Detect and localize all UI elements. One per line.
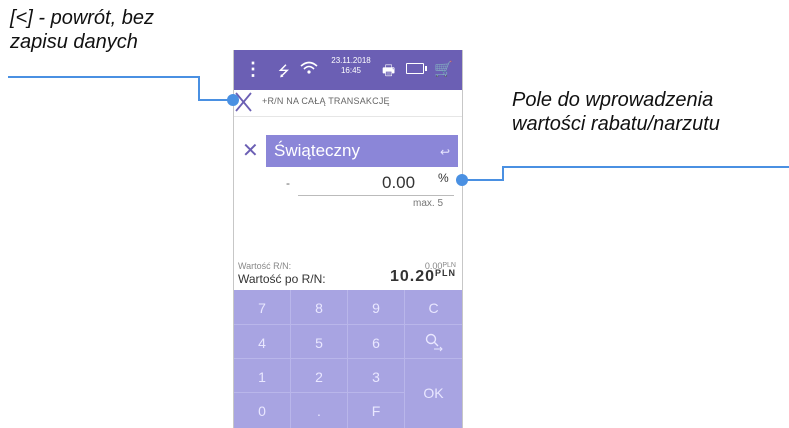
max-hint: max. 5 <box>413 198 444 209</box>
key-4[interactable]: 4 <box>234 325 291 359</box>
annotation-back-line2: zapisu danych <box>10 31 138 53</box>
after-rn-label: Wartość po R/N: <box>238 272 326 286</box>
status-time: 16:45 <box>340 66 362 75</box>
after-rn-value: 10.20PLN <box>390 268 456 286</box>
key-6-label: 6 <box>372 335 380 351</box>
annotation-value-field: Pole do wprowadzenia wartości rabatu/nar… <box>512 88 788 136</box>
key-ok[interactable]: OK <box>405 359 462 428</box>
key-clear[interactable]: C <box>405 290 462 325</box>
value-underline <box>298 195 454 196</box>
header-bar: +R/N NA CAŁĄ TRANSAKCJĘ <box>234 90 462 116</box>
key-7-label: 7 <box>258 300 266 316</box>
key-3[interactable]: 3 <box>348 359 405 393</box>
search-enter-icon <box>425 333 443 352</box>
key-8[interactable]: 8 <box>291 290 348 325</box>
key-search[interactable] <box>405 325 462 359</box>
key-clear-label: C <box>428 300 439 316</box>
percent-unit[interactable]: % <box>438 171 449 185</box>
cart-icon: 🛒 <box>434 61 453 78</box>
header-divider <box>234 116 462 117</box>
key-f-label: F <box>371 403 381 419</box>
usb-icon: ⭍ <box>278 63 290 79</box>
status-date: 23.11.2018 <box>331 56 371 65</box>
printer-icon: 🖶 <box>382 62 396 78</box>
key-9-label: 9 <box>372 300 380 316</box>
key-0-label: 0 <box>258 403 266 419</box>
key-4-label: 4 <box>258 335 266 351</box>
battery-icon <box>406 63 427 74</box>
key-8-label: 8 <box>315 300 323 316</box>
status-datetime: 23.11.2018 16:45 <box>326 56 376 76</box>
discount-value-input[interactable]: 0.00 <box>382 173 415 193</box>
status-bar: ⋮ ⭍ 23.11.2018 16:45 🖶 🛒 <box>234 50 462 90</box>
key-1[interactable]: 1 <box>234 359 291 393</box>
after-currency: PLN <box>435 268 456 278</box>
key-6[interactable]: 6 <box>348 325 405 359</box>
key-5[interactable]: 5 <box>291 325 348 359</box>
key-5-label: 5 <box>315 335 323 351</box>
phone-screen: ⋮ ⭍ 23.11.2018 16:45 🖶 🛒 +R/N NA CAŁĄ TR… <box>233 50 463 428</box>
leader-line-value <box>462 166 789 181</box>
key-2-label: 2 <box>315 369 323 385</box>
keypad: 7 8 9 C 4 5 6 1 2 3 OK 0 . F <box>234 290 462 428</box>
page-title: +R/N NA CAŁĄ TRANSAKCJĘ <box>262 96 390 106</box>
annotation-value-line2: wartości rabatu/narzutu <box>512 113 720 135</box>
back-x-icon[interactable] <box>234 90 256 114</box>
key-dot[interactable]: . <box>291 393 348 428</box>
key-1-label: 1 <box>258 369 266 385</box>
wifi-icon <box>300 61 318 74</box>
annotation-value-line1: Pole do wprowadzenia <box>512 89 714 111</box>
rn-value-label: Wartość R/N: <box>238 261 292 271</box>
key-dot-label: . <box>317 403 321 419</box>
key-f[interactable]: F <box>348 393 405 428</box>
sign-label[interactable]: - <box>286 176 290 190</box>
leader-line-back <box>8 76 232 101</box>
discount-name: Świąteczny <box>274 141 360 160</box>
discount-name-field[interactable]: Świąteczny ↩ <box>266 135 458 167</box>
annotation-back: [<] - powrót, bez zapisu danych <box>10 6 210 54</box>
clear-discount-icon[interactable]: ✕ <box>242 141 259 161</box>
annotation-back-line1: [<] - powrót, bez <box>10 7 154 29</box>
key-3-label: 3 <box>372 369 380 385</box>
key-2[interactable]: 2 <box>291 359 348 393</box>
menu-icon[interactable]: ⋮ <box>244 59 262 79</box>
after-amount: 10.20 <box>389 268 435 285</box>
key-0[interactable]: 0 <box>234 393 291 428</box>
key-ok-label: OK <box>423 385 444 401</box>
key-9[interactable]: 9 <box>348 290 405 325</box>
enter-icon: ↩ <box>439 145 450 159</box>
key-7[interactable]: 7 <box>234 290 291 325</box>
